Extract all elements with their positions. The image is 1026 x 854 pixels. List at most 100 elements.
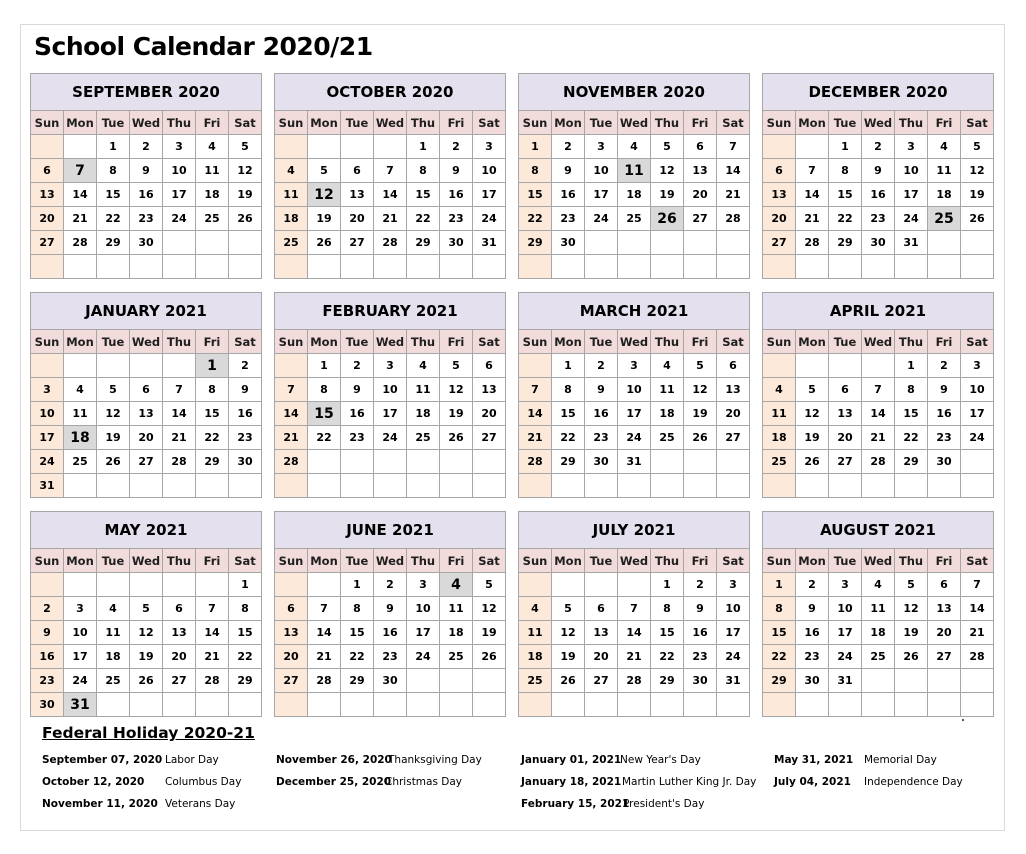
day-cell: 31 xyxy=(894,230,928,255)
day-cell: 27 xyxy=(30,230,64,255)
empty-day-cell xyxy=(373,473,407,498)
day-cell: 29 xyxy=(228,668,262,693)
day-cell: 1 xyxy=(828,134,862,159)
weekday-header: Thu xyxy=(894,110,928,135)
day-cell: 28 xyxy=(861,449,895,474)
weekday-header: Sat xyxy=(716,329,750,354)
empty-day-cell xyxy=(828,353,862,378)
day-cell: 26 xyxy=(894,644,928,669)
empty-day-cell xyxy=(894,254,928,279)
day-cell: 30 xyxy=(30,692,64,717)
day-cell: 15 xyxy=(518,182,552,207)
day-cell: 30 xyxy=(551,230,585,255)
day-cell: 25 xyxy=(96,668,130,693)
day-cell: 27 xyxy=(472,425,506,450)
day-cell: 28 xyxy=(195,668,229,693)
empty-day-cell xyxy=(960,254,994,279)
day-cell: 5 xyxy=(439,353,473,378)
day-cell: 10 xyxy=(162,158,196,183)
weekday-header: Sun xyxy=(30,110,64,135)
day-cell: 4 xyxy=(96,596,130,621)
empty-day-cell xyxy=(63,572,97,597)
day-cell: 25 xyxy=(439,644,473,669)
day-cell: 2 xyxy=(30,596,64,621)
empty-day-cell xyxy=(307,449,341,474)
day-cell: 17 xyxy=(30,425,64,450)
weekday-header: Wed xyxy=(861,110,895,135)
holiday-name: Thanksgiving Day xyxy=(388,754,482,766)
empty-day-cell xyxy=(927,473,961,498)
empty-day-cell xyxy=(228,692,262,717)
empty-day-cell xyxy=(162,254,196,279)
day-cell: 18 xyxy=(518,644,552,669)
day-cell: 14 xyxy=(373,182,407,207)
day-cell: 29 xyxy=(551,449,585,474)
empty-day-cell xyxy=(861,473,895,498)
empty-day-cell xyxy=(472,254,506,279)
weekday-header: Sun xyxy=(274,329,308,354)
weekday-header: Tue xyxy=(828,329,862,354)
day-cell: 12 xyxy=(650,158,684,183)
empty-day-cell xyxy=(406,254,440,279)
day-cell: 1 xyxy=(762,572,796,597)
weekday-header: Wed xyxy=(617,548,651,573)
day-cell: 23 xyxy=(683,644,717,669)
empty-day-cell xyxy=(584,473,618,498)
day-cell: 23 xyxy=(228,425,262,450)
day-cell: 19 xyxy=(129,644,163,669)
day-cell: 23 xyxy=(340,425,374,450)
day-cell: 5 xyxy=(795,377,829,402)
day-cell: 5 xyxy=(129,596,163,621)
weekday-header: Fri xyxy=(195,329,229,354)
empty-day-cell xyxy=(228,473,262,498)
weekday-header: Tue xyxy=(584,329,618,354)
day-cell: 8 xyxy=(340,596,374,621)
day-cell: 6 xyxy=(683,134,717,159)
month-title: MAY 2021 xyxy=(30,511,262,549)
holiday-name: Memorial Day xyxy=(864,754,937,766)
month-calendar: JULY 2021 Sun Mon Tue Wed Thu Fri Sat 1 2 3 4 5 6 7 8 9 1… xyxy=(518,511,750,717)
day-cell: 5 xyxy=(472,572,506,597)
day-cell: 15 xyxy=(195,401,229,426)
day-cell: 28 xyxy=(795,230,829,255)
day-cell: 17 xyxy=(373,401,407,426)
day-cell: 1 xyxy=(307,353,341,378)
empty-day-cell xyxy=(96,254,130,279)
empty-day-cell xyxy=(716,692,750,717)
day-cell: 9 xyxy=(129,158,163,183)
weekday-header: Thu xyxy=(894,548,928,573)
day-cell: 13 xyxy=(683,158,717,183)
day-cell: 9 xyxy=(373,596,407,621)
empty-day-cell xyxy=(406,692,440,717)
day-cell: 26 xyxy=(439,425,473,450)
empty-day-cell xyxy=(894,692,928,717)
day-cell: 7 xyxy=(518,377,552,402)
day-cell: 11 xyxy=(406,377,440,402)
holiday-name: Independence Day xyxy=(864,776,963,788)
empty-day-cell xyxy=(274,473,308,498)
day-cell: 25 xyxy=(274,230,308,255)
empty-day-cell xyxy=(439,254,473,279)
day-cell: 22 xyxy=(228,644,262,669)
day-cell: 12 xyxy=(683,377,717,402)
day-cell: 20 xyxy=(927,620,961,645)
day-cell: 8 xyxy=(894,377,928,402)
day-cell: 11 xyxy=(861,596,895,621)
day-cell: 22 xyxy=(551,425,585,450)
day-cell: 22 xyxy=(340,644,374,669)
day-cell: 29 xyxy=(762,668,796,693)
weekday-header: Thu xyxy=(650,110,684,135)
day-cell: 14 xyxy=(518,401,552,426)
weekday-header: Tue xyxy=(828,548,862,573)
day-cell: 28 xyxy=(716,206,750,231)
day-cell: 19 xyxy=(439,401,473,426)
day-cell: 16 xyxy=(373,620,407,645)
empty-day-cell xyxy=(927,230,961,255)
day-cell: 4 xyxy=(406,353,440,378)
empty-day-cell xyxy=(683,449,717,474)
day-cell: 18 xyxy=(762,425,796,450)
day-cell: 29 xyxy=(518,230,552,255)
empty-day-cell xyxy=(439,692,473,717)
holiday-date: October 12, 2020 xyxy=(42,776,145,788)
day-cell: 9 xyxy=(439,158,473,183)
